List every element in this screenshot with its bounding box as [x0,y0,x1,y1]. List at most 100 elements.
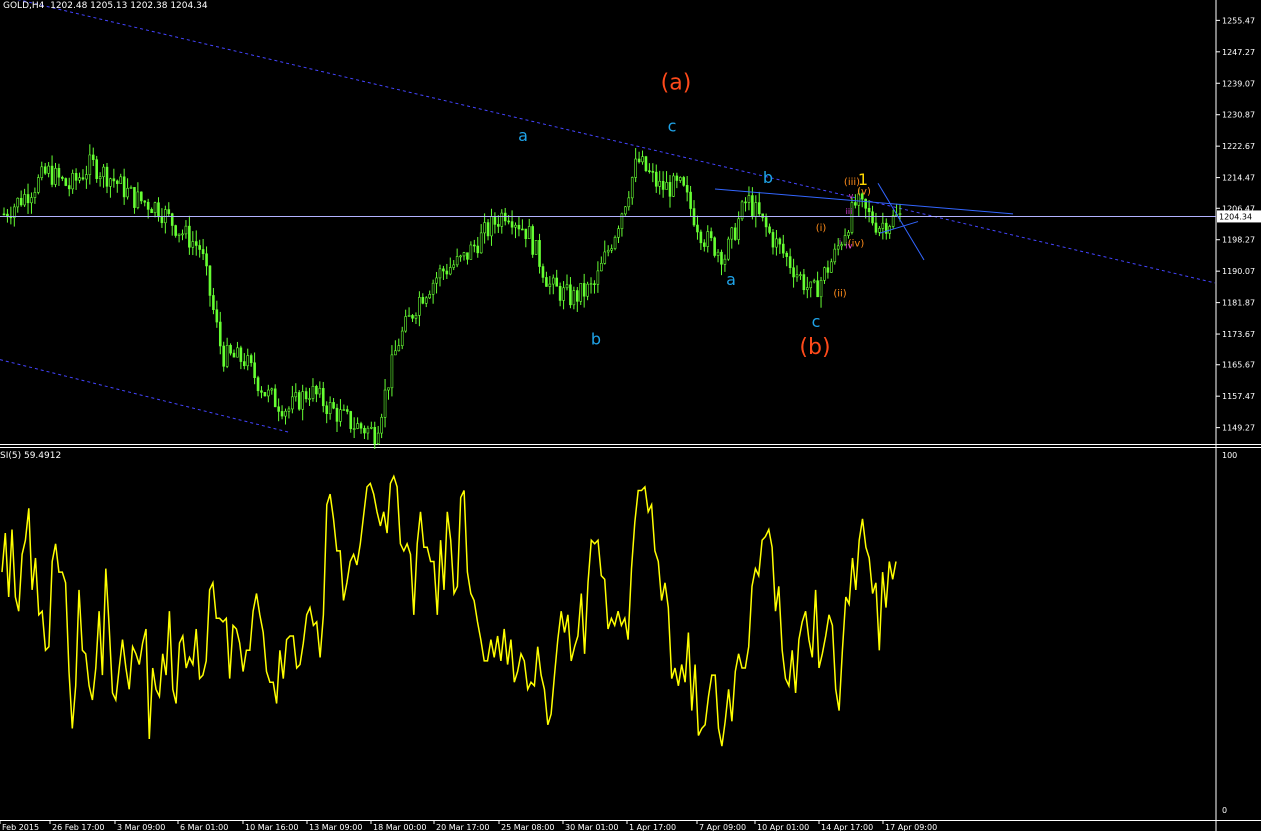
candle [37,174,40,195]
wave-label: a [518,126,528,145]
candle [335,403,339,432]
candle [692,200,696,227]
candle [43,163,47,176]
candle-body [414,315,418,319]
candle [304,387,308,403]
candle [95,155,98,183]
candle [74,168,78,190]
candle-body [105,166,109,187]
candle [551,274,555,295]
wave-label: iii [846,207,853,216]
candle-body [744,201,747,204]
candle-body [332,402,335,409]
candle-body [891,215,895,227]
candle [768,223,771,235]
candle-body [153,202,157,214]
candle-body [706,231,710,247]
candle [280,405,284,420]
candle [483,213,486,244]
candle-body [881,222,885,229]
candle-body [569,284,572,306]
candle-body [383,389,387,418]
candle-body [215,309,219,323]
candle-body [689,191,692,209]
candle [497,215,500,233]
candle [884,218,888,240]
candle-body [576,290,579,302]
wave-label: (b) [799,335,830,360]
candle-body [376,432,380,445]
candle [40,161,44,181]
candle [555,269,559,287]
candle [727,236,730,261]
candle-body [802,274,806,291]
candle-body [352,428,356,430]
candle-body [737,218,740,240]
candle [569,277,572,309]
candle [630,176,634,205]
candle [146,198,150,219]
candle-body [397,345,401,352]
candle-body [33,192,37,198]
candle-body [277,406,280,412]
candle-body [421,297,425,304]
candle-body [256,377,260,392]
candle [366,425,370,440]
candle [576,286,579,312]
candle [201,238,205,261]
candle [318,381,322,398]
candle-body [146,201,150,210]
candle-body [304,391,308,400]
candle [236,341,239,358]
candle-body [71,173,74,190]
candle-body [514,224,517,228]
candle [418,291,421,327]
candle [689,185,692,217]
candle [795,265,799,282]
candle [740,199,744,221]
candle [823,266,826,284]
candle [239,345,243,370]
candle [781,234,785,259]
candle [112,168,116,188]
candle [222,341,226,372]
candle [747,186,751,211]
candle-body [589,283,593,285]
candle-body [503,212,507,222]
candle-body [191,241,195,248]
candle [678,176,682,183]
candle [328,396,332,420]
candle-body [648,170,651,172]
candle-body [243,361,246,367]
candle [370,421,373,430]
candle-body [95,159,98,180]
candle [452,260,456,271]
candle [291,385,294,414]
candle-body [661,180,665,190]
candle-body [534,240,538,255]
candle [610,244,613,254]
candle [225,337,229,369]
candle-body [878,228,881,233]
time-tick-label: 7 Apr 09:00 [699,823,746,831]
candle-body [43,166,47,174]
price-tick-label: 1214.47 [1222,174,1255,183]
candle [641,150,644,165]
candle-body [318,388,322,395]
candle-body [806,287,809,291]
candle [140,191,143,205]
candle [514,222,517,239]
candle [208,265,212,307]
price-tick-label: 1239.07 [1222,79,1255,88]
candle [133,187,136,214]
candle-body [768,226,771,233]
candle-body [545,277,548,287]
candle-body [407,315,411,317]
chart-canvas[interactable]: 1255.47 1247.27 1239.07 1230.87 1222.67 1214.… [0,0,1261,831]
candle-body [2,213,6,216]
candle [126,178,129,200]
price-tick-label: 1157.47 [1222,392,1255,401]
wave-label: b [591,329,601,348]
candle [654,164,658,193]
candle-body [136,191,140,208]
